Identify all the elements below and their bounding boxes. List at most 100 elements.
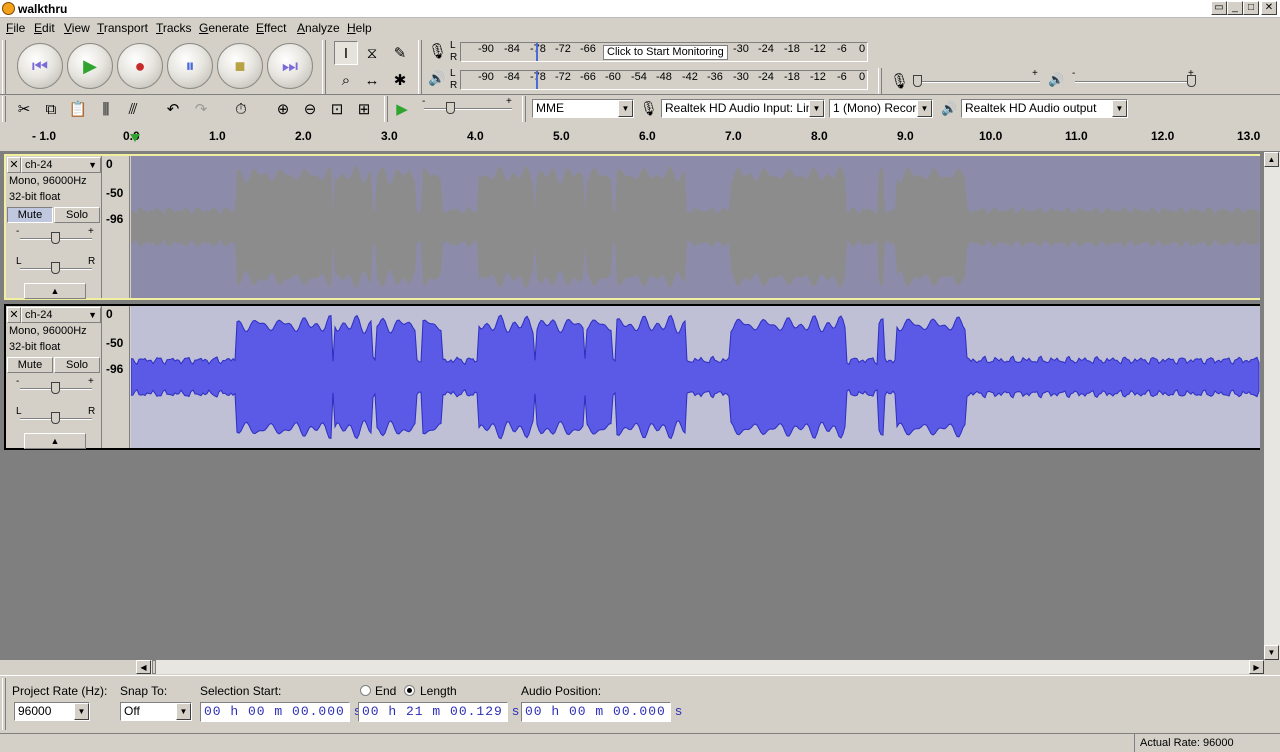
monitor-tooltip[interactable]: Click to Start Monitoring (603, 45, 728, 60)
toolbar-grip[interactable] (2, 678, 6, 730)
sync-lock-icon[interactable]: ⏱ (229, 97, 253, 121)
toolbar-grip[interactable] (322, 40, 326, 94)
playback-device-select[interactable]: Realtek HD Audio output ▼ (961, 99, 1128, 118)
zoom-tool-icon[interactable]: ⌕ (334, 68, 358, 92)
gain-slider-thumb[interactable] (51, 382, 60, 394)
trim-icon[interactable]: ⫼ (94, 97, 118, 121)
skip-to-start-button[interactable]: ⏮ (17, 43, 63, 89)
output-volume-slider[interactable] (1075, 81, 1195, 83)
audio-track[interactable]: ✕ ch-24 ▼ Mono, 96000Hz 32-bit float Mute… (4, 304, 1260, 450)
menu-help[interactable]: Help (347, 21, 372, 35)
envelope-tool-icon[interactable]: ⧖ (360, 41, 384, 65)
toolbar-grip[interactable] (2, 96, 6, 122)
solo-button[interactable]: Solo (54, 357, 100, 373)
audio-track[interactable]: ✕ ch-24 ▼ Mono, 96000Hz 32-bit float Mute… (4, 154, 1260, 300)
play-button[interactable]: ▶ (67, 43, 113, 89)
record-button[interactable]: ● (117, 43, 163, 89)
timeshift-tool-icon[interactable]: ↔ (360, 68, 384, 92)
db-label: -50 (106, 336, 124, 350)
input-volume-slider[interactable] (915, 81, 1040, 83)
redo-icon[interactable]: ↷ (189, 97, 213, 121)
audio-position-time[interactable]: 00 h 00 m 00.000 s (521, 702, 682, 722)
collapse-track-button[interactable]: ▲ (24, 283, 86, 299)
close-track-icon[interactable]: ✕ (7, 157, 21, 173)
paste-icon[interactable]: 📋 (66, 97, 90, 121)
recording-channels-select[interactable]: 1 (Mono) Recordir ▼ (829, 99, 933, 118)
selection-start-time[interactable]: 00 h 00 m 00.000 s (200, 702, 361, 722)
close-track-icon[interactable]: ✕ (7, 307, 21, 323)
scroll-down-icon[interactable]: ▼ (1264, 645, 1279, 660)
scroll-thumb[interactable] (152, 660, 156, 674)
waveform-display[interactable] (130, 306, 1260, 448)
output-volume-thumb[interactable] (1187, 75, 1196, 87)
db-label: 0 (106, 307, 113, 321)
toolbar-grip[interactable] (418, 40, 422, 94)
vertical-scrollbar[interactable]: ▲ ▼ (1264, 152, 1280, 660)
menu-view[interactable]: View (64, 21, 90, 35)
restore-down-icon[interactable]: ▭ (1211, 1, 1227, 15)
scroll-left-icon[interactable]: ◀ (136, 660, 151, 674)
close-icon[interactable]: ✕ (1261, 1, 1277, 15)
waveform-display[interactable] (131, 156, 1260, 298)
scroll-right-icon[interactable]: ▶ (1249, 660, 1264, 674)
length-radio[interactable] (404, 685, 415, 696)
cut-icon[interactable]: ✂ (12, 97, 36, 121)
pan-slider-thumb[interactable] (51, 412, 60, 424)
toolbar-grip[interactable] (878, 68, 882, 94)
minimize-icon[interactable]: _ (1227, 1, 1243, 15)
project-rate-select[interactable]: 96000 ▼ (14, 702, 90, 721)
mute-button[interactable]: Mute (7, 207, 53, 223)
menu-effect[interactable]: Effect (256, 21, 286, 35)
stop-button[interactable]: ■ (217, 43, 263, 89)
draw-tool-icon[interactable]: ✎ (388, 41, 412, 65)
menu-transport[interactable]: Transport (97, 21, 148, 35)
zoom-out-icon[interactable]: ⊖ (298, 97, 322, 121)
toolbar-grip[interactable] (2, 40, 6, 94)
menu-generate[interactable]: Generate (199, 21, 249, 35)
solo-button[interactable]: Solo (54, 207, 100, 223)
menu-analyze[interactable]: Analyze (297, 21, 340, 35)
recording-device-select[interactable]: Realtek HD Audio Input: Line V ▼ (661, 99, 825, 118)
selection-tool-icon[interactable]: I (334, 41, 358, 65)
selection-length-time[interactable]: 00 h 21 m 00.129 s (358, 702, 519, 722)
snap-to-select[interactable]: Off ▼ (120, 702, 192, 721)
menu-file[interactable]: File (6, 21, 25, 35)
audio-host-select[interactable]: MME ▼ (532, 99, 634, 118)
toolbar-grip[interactable] (384, 96, 388, 122)
track-format: Mono, 96000Hz (9, 175, 87, 187)
ruler-tick-label: 9.0 (897, 129, 914, 143)
playback-speed-thumb[interactable] (446, 102, 455, 114)
playback-speed-slider[interactable] (424, 108, 512, 110)
collapse-track-button[interactable]: ▲ (24, 433, 86, 449)
pause-button[interactable]: ⏸ (167, 43, 213, 89)
horizontal-scrollbar[interactable]: ◀ ▶ (136, 660, 1264, 674)
scroll-up-icon[interactable]: ▲ (1264, 152, 1279, 167)
play-meter-speaker-icon[interactable]: 🔊 (428, 70, 445, 87)
record-meter[interactable]: -90 -84 -78 -72 -66 -30 -24 -18 -12 -6 0… (460, 42, 868, 62)
end-radio[interactable] (360, 685, 371, 696)
playhead-marker[interactable] (130, 134, 140, 142)
maximize-icon[interactable]: □ (1243, 1, 1259, 15)
skip-to-end-button[interactable]: ⏭ (267, 43, 313, 89)
playback-meter[interactable]: -90 -84 -78 -72 -66 -60 -54 -48 -42 -36 … (460, 70, 868, 90)
pan-slider-thumb[interactable] (51, 262, 60, 274)
record-meter-mic-icon[interactable]: 🎙 (428, 42, 447, 60)
toolbar-grip[interactable] (522, 96, 526, 122)
mute-button[interactable]: Mute (7, 357, 53, 373)
fit-selection-icon[interactable]: ⊡ (325, 97, 349, 121)
multi-tool-icon[interactable]: ✱ (388, 68, 412, 92)
track-panel[interactable]: ✕ ch-24 ▼ Mono, 96000Hz 32-bit float Mute… (0, 152, 1264, 660)
copy-icon[interactable]: ⧉ (39, 97, 63, 121)
fit-project-icon[interactable]: ⊞ (352, 97, 376, 121)
play-at-speed-icon[interactable]: ▶ (390, 97, 414, 121)
timeline-ruler[interactable]: - 1.0 0.0 1.0 2.0 3.0 4.0 5.0 6.0 7.0 8.… (0, 126, 1280, 152)
menu-tracks[interactable]: Tracks (156, 21, 192, 35)
track-name-menu[interactable]: ch-24 ▼ (21, 157, 101, 173)
input-volume-thumb[interactable] (913, 75, 922, 87)
gain-slider-thumb[interactable] (51, 232, 60, 244)
track-name-menu[interactable]: ch-24 ▼ (21, 307, 101, 323)
menu-edit[interactable]: Edit (34, 21, 55, 35)
zoom-in-icon[interactable]: ⊕ (271, 97, 295, 121)
silence-icon[interactable]: ⫻ (121, 97, 145, 121)
undo-icon[interactable]: ↶ (161, 97, 185, 121)
